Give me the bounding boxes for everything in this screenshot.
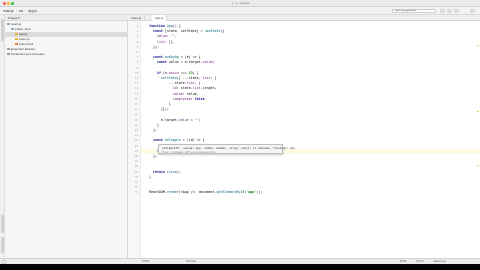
favorites-tool-tab[interactable] (1, 237, 4, 253)
js-file-icon (15, 32, 18, 36)
file-encoding[interactable]: UTF-8 (416, 260, 423, 263)
breadcrumb-folder[interactable]: src (19, 9, 23, 13)
tree-item-label: App.js (19, 32, 28, 36)
event-log-tab[interactable]: Event Log (434, 260, 446, 263)
line-number-gutter[interactable]: 1 2 3 4 5 6 7 8 9 10 11 12 13 14 15 16 17 18 19 20 21 22 23 24 2… (128, 21, 141, 258)
code-line[interactable]: }; (149, 128, 157, 133)
code-line[interactable]: ReactDOM.render(<App />, document.getEle… (149, 190, 262, 195)
run-configuration-dropdown[interactable]: Add Configuration... (392, 9, 436, 13)
scrollbar-warning-marker[interactable] (477, 45, 479, 46)
code-line[interactable]: } (149, 175, 151, 180)
todo-tab[interactable]: TODO (142, 260, 149, 263)
tree-item-label: External Libraries (11, 47, 36, 51)
stop-button[interactable] (454, 9, 459, 13)
scrollbar-warning-marker[interactable] (477, 111, 479, 112)
ide-window: - […] - react-js react-js › src › App.js… (0, 0, 480, 264)
run-button[interactable] (440, 9, 445, 13)
scrollbar-warning-marker[interactable] (477, 165, 479, 166)
code-line[interactable]: const value = e.target.value; (149, 60, 215, 65)
title-bar: - […] - react-js (0, 0, 480, 7)
code-line[interactable]: }); (149, 45, 159, 50)
html-file-icon (15, 42, 18, 46)
window-title: - […] - react-js (230, 1, 250, 5)
tree-item-label: index.js (19, 37, 30, 41)
parameter-hint: Press ⇧ to navigate · ⌘P to show paramet… (162, 150, 216, 154)
project-panel-header[interactable]: Project ▾ (5, 15, 128, 21)
parameter-info-popup: callbackfn: (value: any, index: number, … (158, 144, 295, 154)
code-line[interactable]: return (view); (149, 170, 181, 175)
editor-pane: index.js App.js 1 2 3 4 5 6 7 8 9 10 11 12 13 14 15 16 1… (128, 15, 480, 258)
tree-item-label: public_html (15, 27, 31, 31)
breadcrumb-separator: › (25, 9, 27, 13)
tree-item-file[interactable]: index.html (5, 42, 128, 47)
project-panel: Project ▾ react-js public_html App.js in… (5, 15, 128, 258)
tree-item-label: Scratches and Consoles (11, 52, 45, 56)
screen: - […] - react-js react-js › src › App.js… (0, 0, 480, 270)
folder-icon (11, 27, 14, 31)
js-file-icon (15, 37, 18, 41)
cursor-position[interactable]: 25:31 (400, 260, 407, 263)
tree-item-file[interactable]: index.js (5, 37, 128, 42)
tree-item-label: index.html (19, 42, 34, 46)
tree-item-external-libraries[interactable]: External Libraries (5, 47, 128, 52)
code-line[interactable]: }; (149, 154, 157, 159)
tree-item-folder[interactable]: public_html (5, 27, 128, 32)
tree-item-label: react-js (11, 22, 22, 26)
breadcrumb-project[interactable]: react-js (3, 9, 13, 13)
nav-toolbar: react-js › src › App.js Add Configuratio… (0, 7, 480, 15)
code-line[interactable]: ]}); (149, 107, 169, 112)
library-icon (7, 47, 10, 51)
scratch-icon (7, 52, 10, 56)
project-tool-tab[interactable] (1, 19, 4, 41)
tree-item-scratches[interactable]: Scratches and Consoles (5, 52, 128, 57)
terminal-tab[interactable]: Terminal (186, 260, 196, 263)
parameter-signature: callbackfn: (value: any, index: number, … (162, 146, 296, 150)
tree-item-root[interactable]: react-js (5, 22, 128, 27)
breadcrumb-file[interactable]: App.js (28, 9, 37, 13)
code-area[interactable]: function App() { const [state, setState]… (141, 21, 480, 258)
tree-item-file-selected[interactable]: App.js (5, 32, 128, 37)
structure-tool-tab[interactable] (1, 215, 4, 233)
search-everywhere-icon[interactable] (470, 9, 475, 13)
code-line[interactable]: const onToggle = (id) => { (149, 138, 205, 143)
status-bar: TODO Terminal Event Log 25:31 UTF-8 (0, 258, 480, 264)
folder-icon (7, 22, 10, 26)
tool-window-toggle[interactable] (2, 260, 6, 264)
debug-button[interactable] (447, 9, 452, 13)
line-number: 33 (134, 191, 138, 195)
breadcrumb-separator: › (16, 9, 18, 13)
